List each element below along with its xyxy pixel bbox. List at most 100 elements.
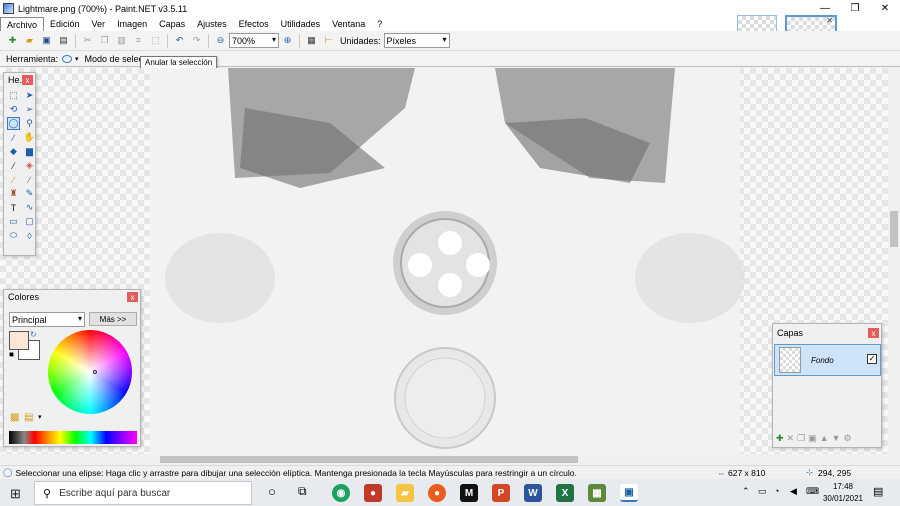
line-curve-icon[interactable]: ∿ bbox=[23, 201, 36, 214]
paste-icon[interactable]: ▥ bbox=[115, 34, 128, 47]
rectangle-select-icon[interactable]: ⬚ bbox=[7, 89, 20, 102]
recolor-icon[interactable]: ✎ bbox=[23, 187, 36, 200]
tools-window-header[interactable]: He... x bbox=[4, 73, 35, 87]
add-layer-icon[interactable]: ✚ bbox=[776, 433, 784, 444]
rulers-icon[interactable]: ⊢ bbox=[322, 34, 335, 47]
menu-archivo[interactable]: Archivo bbox=[0, 17, 45, 31]
open-folder-icon[interactable]: ▰ bbox=[23, 34, 36, 47]
close-image-icon[interactable]: ✕ bbox=[826, 16, 833, 25]
gradient-icon[interactable]: ▆ bbox=[23, 145, 36, 158]
cut-icon[interactable]: ✂ bbox=[81, 34, 94, 47]
file-explorer-icon[interactable]: ▰ bbox=[396, 484, 414, 502]
eraser-icon[interactable]: ◈ bbox=[23, 159, 36, 172]
pencil-icon[interactable]: ⁄ bbox=[7, 173, 20, 186]
new-image-icon[interactable]: ✚ bbox=[6, 34, 19, 47]
units-combo[interactable]: Píxeles ▾ bbox=[383, 33, 450, 48]
game-app-icon[interactable]: M bbox=[460, 484, 478, 502]
undo-icon[interactable]: ↶ bbox=[173, 34, 186, 47]
merge-layer-icon[interactable]: ▣ bbox=[808, 433, 817, 444]
maximize-button[interactable]: ❐ bbox=[840, 0, 870, 17]
task-view-icon[interactable]: ⧉ bbox=[298, 484, 307, 499]
vertical-scroll-thumb[interactable] bbox=[890, 211, 898, 247]
move-layer-up-icon[interactable]: ▲ bbox=[820, 433, 829, 444]
add-palette-icon[interactable]: ▩ bbox=[10, 412, 19, 423]
redo-icon[interactable]: ↷ bbox=[190, 34, 203, 47]
print-icon[interactable]: ▤ bbox=[57, 34, 70, 47]
primary-select[interactable]: Principal ▾ bbox=[9, 312, 85, 327]
save-icon[interactable]: ▣ bbox=[40, 34, 53, 47]
horizontal-scrollbar[interactable] bbox=[0, 454, 888, 465]
text-icon[interactable]: T bbox=[7, 201, 20, 214]
move-selected-icon[interactable]: ➤ bbox=[23, 89, 36, 102]
among-us-icon[interactable]: ● bbox=[364, 484, 382, 502]
layer-visibility-checkbox[interactable]: ✓ bbox=[867, 354, 877, 364]
keyboard-icon[interactable]: ⌨ bbox=[806, 486, 819, 497]
battery-icon[interactable]: ▭ bbox=[758, 486, 767, 497]
move-layer-down-icon[interactable]: ▼ bbox=[832, 433, 841, 444]
word-icon[interactable]: W bbox=[524, 484, 542, 502]
menu-imagen[interactable]: Imagen bbox=[111, 17, 153, 31]
reset-colors-icon[interactable]: ◼ bbox=[9, 351, 14, 358]
powerpoint-icon[interactable]: P bbox=[492, 484, 510, 502]
close-colors-button[interactable]: x bbox=[127, 292, 138, 302]
primary-color-swatch[interactable] bbox=[9, 331, 29, 350]
cortana-icon[interactable]: ○ bbox=[268, 484, 276, 499]
close-window-button[interactable]: ✕ bbox=[870, 0, 900, 17]
menu-ver[interactable]: Ver bbox=[86, 17, 112, 31]
menu-capas[interactable]: Capas bbox=[153, 17, 191, 31]
chevron-down-icon[interactable]: ▾ bbox=[38, 413, 42, 421]
selection-mode-label[interactable]: Modo de selecc bbox=[85, 54, 148, 64]
chrome-icon[interactable]: ◉ bbox=[332, 484, 350, 502]
menu-edicion[interactable]: Edición bbox=[44, 17, 86, 31]
windows-start-icon[interactable]: ⊞ bbox=[10, 486, 21, 502]
tray-chevron-icon[interactable]: ⌃ bbox=[742, 486, 750, 497]
network-icon[interactable]: ◔ bbox=[774, 486, 779, 496]
zoom-combo[interactable]: 700% ▾ bbox=[229, 33, 279, 48]
pan-icon[interactable]: ✋ bbox=[23, 131, 36, 144]
layer-properties-icon[interactable]: ⚙ bbox=[844, 433, 852, 444]
delete-layer-icon[interactable]: ✕ bbox=[787, 433, 795, 444]
clock-date[interactable]: 30/01/2021 bbox=[822, 494, 864, 503]
notifications-icon[interactable]: ▤ bbox=[873, 485, 883, 498]
freeform-shape-icon[interactable]: ◊ bbox=[23, 229, 36, 242]
clone-stamp-icon[interactable]: ♜ bbox=[7, 187, 20, 200]
color-wheel[interactable] bbox=[48, 330, 132, 414]
layer-row-fondo[interactable]: Fondo ✓ bbox=[774, 344, 881, 376]
paintnet-taskbar-icon[interactable]: ▣ bbox=[620, 484, 638, 502]
close-tools-button[interactable]: x bbox=[22, 75, 33, 85]
menu-ajustes[interactable]: Ajustes bbox=[191, 17, 233, 31]
taskbar-search-box[interactable]: ⚲ Escribe aquí para buscar bbox=[34, 481, 252, 505]
menu-utilidades[interactable]: Utilidades bbox=[275, 17, 327, 31]
lasso-select-icon[interactable]: ⟲ bbox=[7, 103, 20, 116]
deselect-icon[interactable]: ⬚ bbox=[149, 34, 162, 47]
vertical-scrollbar[interactable] bbox=[888, 68, 900, 454]
menu-efectos[interactable]: Efectos bbox=[233, 17, 275, 31]
magic-wand-icon[interactable]: ⁄ bbox=[7, 131, 20, 144]
copy-icon[interactable]: ❐ bbox=[98, 34, 111, 47]
paintbrush-icon[interactable]: ⁄ bbox=[7, 159, 20, 172]
color-palette[interactable] bbox=[9, 431, 137, 444]
ellipse-tool-icon[interactable] bbox=[62, 54, 73, 63]
zoom-in-icon[interactable]: ⊕ bbox=[281, 34, 294, 47]
volume-icon[interactable]: ◀ bbox=[790, 486, 797, 497]
minecraft-icon[interactable]: ▦ bbox=[588, 484, 606, 502]
rounded-rectangle-icon[interactable]: ▢ bbox=[23, 215, 36, 228]
clock-time[interactable]: 17:48 bbox=[826, 482, 860, 491]
close-layers-button[interactable]: x bbox=[868, 328, 879, 338]
chevron-down-icon[interactable]: ▾ bbox=[75, 55, 79, 63]
menu-ventana[interactable]: Ventana bbox=[326, 17, 371, 31]
palette-menu-icon[interactable]: ▤ bbox=[24, 412, 33, 423]
excel-icon[interactable]: X bbox=[556, 484, 574, 502]
horizontal-scroll-thumb[interactable] bbox=[160, 456, 578, 463]
ellipse-icon[interactable]: ⬭ bbox=[7, 229, 20, 242]
menu-help[interactable]: ? bbox=[371, 17, 388, 31]
swap-colors-icon[interactable]: ↻ bbox=[30, 330, 37, 339]
layers-window-header[interactable]: Capas x bbox=[773, 324, 881, 342]
zoom-out-icon[interactable]: ⊖ bbox=[214, 34, 227, 47]
paint-bucket-icon[interactable]: ◆ bbox=[7, 145, 20, 158]
color-picker-icon[interactable]: ⁄ bbox=[23, 173, 36, 186]
move-selection-icon[interactable]: ➢ bbox=[23, 103, 36, 116]
rectangle-icon[interactable]: ▭ bbox=[7, 215, 20, 228]
zoom-icon[interactable]: ⚲ bbox=[23, 117, 36, 130]
ellipse-select-icon[interactable]: ◯ bbox=[7, 117, 20, 130]
